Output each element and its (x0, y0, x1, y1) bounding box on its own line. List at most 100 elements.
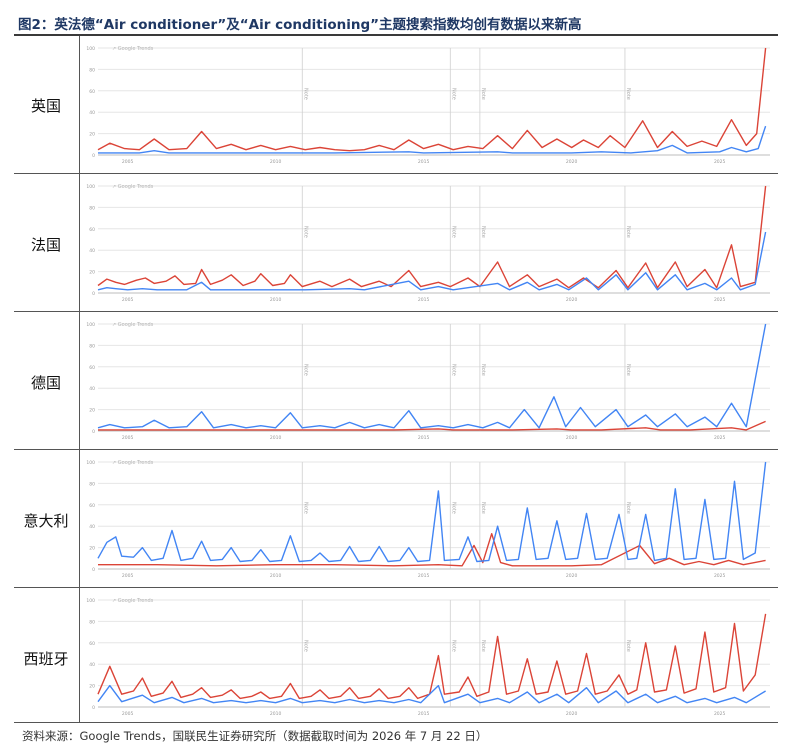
note-label: Note (450, 364, 456, 376)
note-label: Note (625, 502, 631, 514)
x-tick-label: 2005 (122, 711, 134, 717)
note-label: Note (450, 88, 456, 100)
x-tick-label: 2025 (714, 435, 726, 441)
row-divider (14, 173, 778, 174)
series-line-blue (97, 461, 767, 563)
y-tick-label: 0 (92, 567, 95, 573)
x-tick-label: 2025 (714, 711, 726, 717)
y-tick-label: 60 (89, 89, 95, 95)
country-label-france: 法国 (30, 236, 61, 254)
note-label: Note (480, 226, 486, 238)
x-tick-label: 2005 (122, 573, 134, 579)
note-label: Note (450, 226, 456, 238)
note-label: Note (302, 640, 308, 652)
y-tick-label: 40 (89, 386, 95, 392)
watermark: ↗ Google Trends (112, 322, 154, 328)
row-divider (14, 311, 778, 312)
x-tick-label: 2010 (270, 435, 282, 441)
series-line-blue (97, 231, 767, 291)
y-tick-label: 40 (89, 248, 95, 254)
y-tick-label: 20 (89, 684, 95, 690)
country-label-germany: 德国 (30, 374, 61, 392)
y-tick-label: 60 (89, 227, 95, 233)
note-label: Note (302, 502, 308, 514)
y-tick-label: 80 (89, 205, 95, 211)
country-label-italy: 意大利 (23, 512, 69, 530)
x-tick-label: 2005 (122, 435, 134, 441)
y-tick-label: 0 (92, 291, 95, 297)
note-label: Note (302, 226, 308, 238)
note-label: Note (625, 364, 631, 376)
x-tick-label: 2005 (122, 159, 134, 165)
note-label: Note (480, 502, 486, 514)
y-tick-label: 100 (86, 460, 95, 466)
chart-italy: 0 20 40 60 80 100 ↗ Google Trends Note Note Note N… (86, 460, 770, 579)
note-label: Note (302, 88, 308, 100)
watermark: ↗ Google Trends (112, 184, 154, 190)
y-tick-label: 100 (86, 598, 95, 604)
series-line-blue (97, 323, 767, 429)
x-tick-label: 2025 (714, 297, 726, 303)
note-label: Note (450, 502, 456, 514)
x-tick-label: 2020 (566, 297, 578, 303)
note-label: Note (625, 640, 631, 652)
y-tick-label: 0 (92, 429, 95, 435)
y-tick-label: 20 (89, 132, 95, 138)
watermark: ↗ Google Trends (112, 46, 154, 52)
note-label: Note (625, 226, 631, 238)
x-tick-label: 2010 (270, 711, 282, 717)
watermark: ↗ Google Trends (112, 460, 154, 466)
y-tick-label: 80 (89, 619, 95, 625)
y-tick-label: 0 (92, 705, 95, 711)
x-tick-label: 2015 (418, 159, 430, 165)
y-tick-label: 60 (89, 365, 95, 371)
y-tick-label: 60 (89, 503, 95, 509)
series-line-red (97, 185, 767, 289)
x-tick-label: 2010 (270, 297, 282, 303)
y-tick-label: 100 (86, 46, 95, 52)
y-tick-label: 80 (89, 343, 95, 349)
series-line-red (97, 47, 767, 152)
x-tick-label: 2020 (566, 711, 578, 717)
source-note: 资料来源：Google Trends，国联民生证券研究所（数据截取时间为 202… (22, 729, 488, 743)
column-separator (79, 36, 80, 722)
y-tick-label: 80 (89, 67, 95, 73)
note-label: Note (480, 88, 486, 100)
series-line-red (98, 420, 766, 431)
x-tick-label: 2020 (566, 159, 578, 165)
note-label: Note (450, 640, 456, 652)
y-tick-label: 0 (92, 153, 95, 159)
x-tick-label: 2005 (122, 297, 134, 303)
x-tick-label: 2020 (566, 435, 578, 441)
x-tick-label: 2015 (418, 711, 430, 717)
x-tick-label: 2015 (418, 435, 430, 441)
x-tick-label: 2020 (566, 573, 578, 579)
series-line-blue (97, 684, 766, 704)
country-label-spain: 西班牙 (23, 650, 69, 668)
note-label: Note (480, 640, 486, 652)
title-rule (14, 34, 778, 36)
x-tick-label: 2025 (714, 573, 726, 579)
y-tick-label: 60 (89, 641, 95, 647)
figure-title: 图2：英法德“Air conditioner”及“Air conditionin… (18, 17, 582, 33)
x-tick-label: 2015 (418, 573, 430, 579)
x-tick-label: 2010 (270, 159, 282, 165)
y-tick-label: 20 (89, 546, 95, 552)
row-divider (14, 722, 778, 723)
y-tick-label: 100 (86, 322, 95, 328)
y-tick-label: 40 (89, 662, 95, 668)
y-tick-label: 40 (89, 524, 95, 530)
row-divider (14, 449, 778, 450)
y-tick-label: 40 (89, 110, 95, 116)
x-tick-label: 2010 (270, 573, 282, 579)
y-tick-label: 20 (89, 408, 95, 414)
y-tick-label: 80 (89, 481, 95, 487)
chart-france: 0 20 40 60 80 100 ↗ Google Trends Note Note Note N… (86, 184, 770, 303)
x-tick-label: 2025 (714, 159, 726, 165)
chart-spain: 0 20 40 60 80 100 ↗ Google Trends Note Note Note N… (86, 598, 770, 717)
note-label: Note (302, 364, 308, 376)
x-tick-label: 2015 (418, 297, 430, 303)
chart-uk: 0 20 40 60 80 100 ↗ Google Trends Note Note Note N… (86, 46, 770, 165)
note-label: Note (480, 364, 486, 376)
country-label-uk: 英国 (30, 97, 61, 115)
